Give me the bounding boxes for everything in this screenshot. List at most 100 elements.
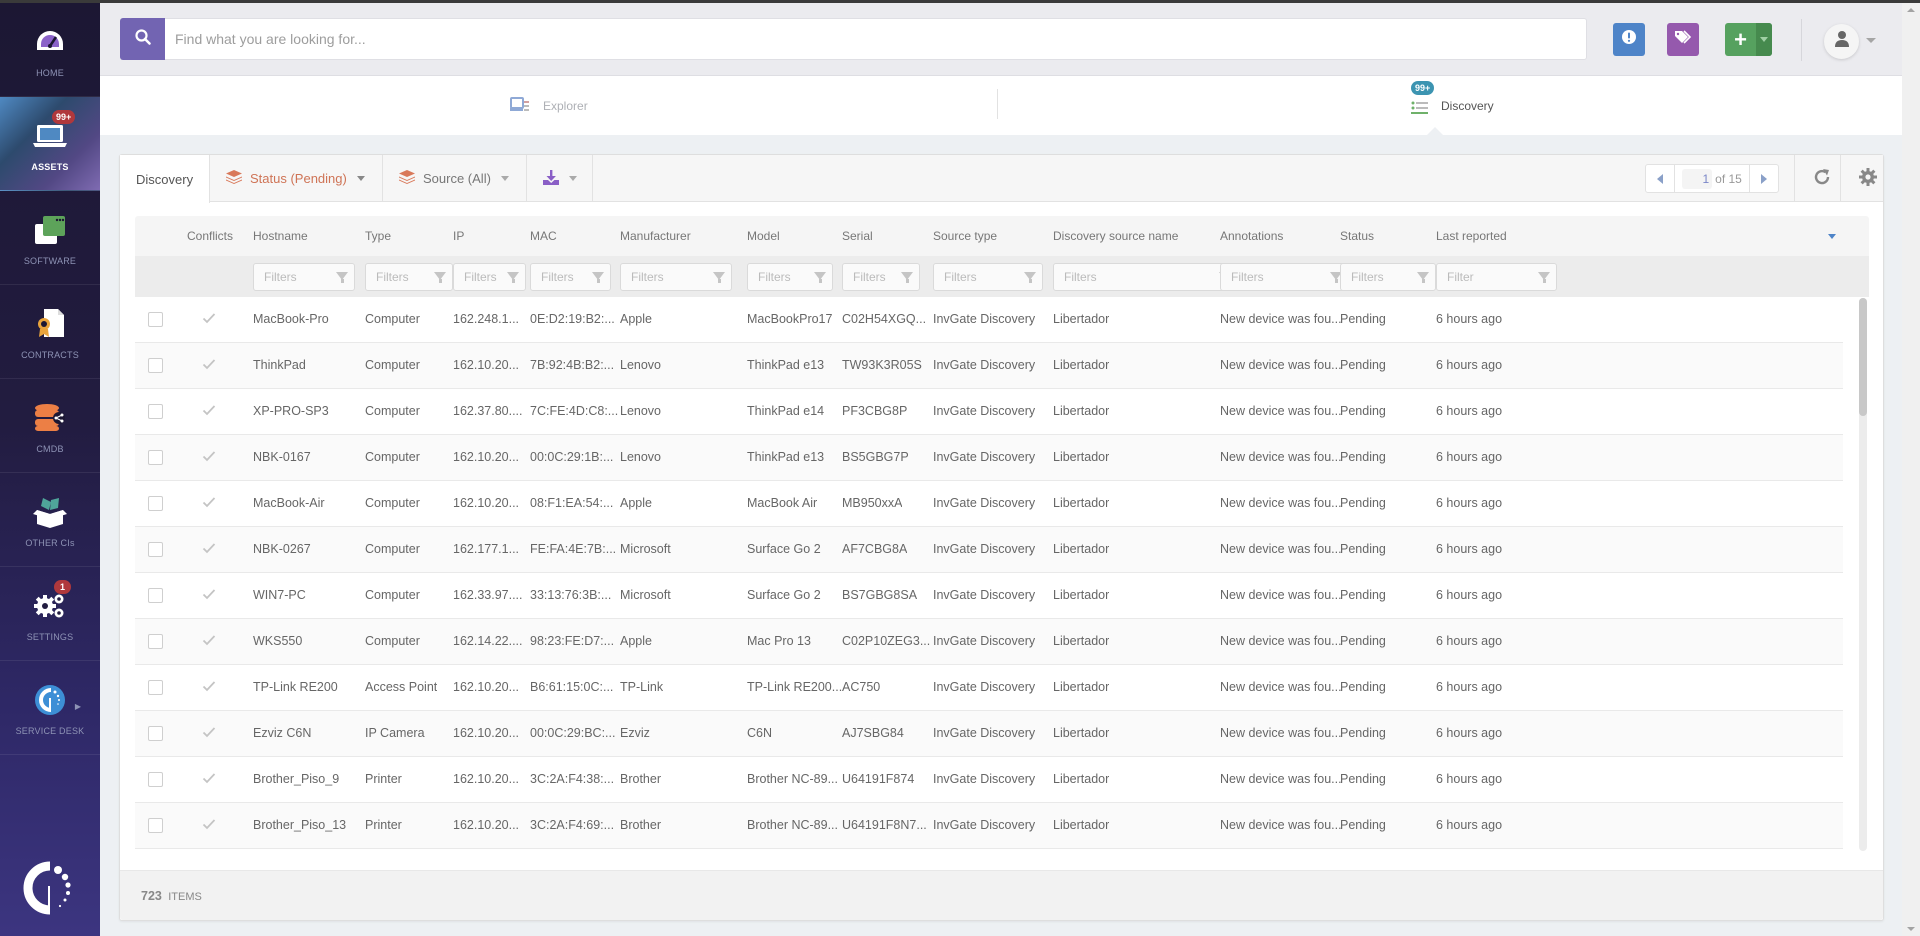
sidebar-item-label: CMDB (36, 443, 64, 454)
table-row[interactable]: NBK-0267 Computer 162.177.1... FE:FA:4E:7B:… (135, 527, 1843, 573)
filter-input-annotations[interactable]: Filters (1220, 263, 1349, 291)
table-scrollbar[interactable] (1859, 298, 1867, 851)
next-page-button[interactable] (1749, 165, 1778, 192)
table-row[interactable]: Brother_Piso_13 Printer 162.10.20... 3C:2A:… (135, 803, 1843, 849)
add-dropdown-toggle[interactable] (1756, 23, 1772, 56)
row-checkbox[interactable] (148, 542, 163, 557)
column-header-source-type[interactable]: Source type (933, 216, 997, 256)
table-row[interactable]: MacBook-Air Computer 162.10.20... 08:F1:EA:… (135, 481, 1843, 527)
cell-annotations: New device was fou... (1220, 358, 1342, 372)
table-row[interactable]: WIN7-PC Computer 162.33.97.... 33:13:76:3B:… (135, 573, 1843, 619)
cell-type: Computer (365, 404, 420, 418)
tab-discovery-list[interactable]: Discovery (120, 155, 210, 203)
column-header-type[interactable]: Type (365, 216, 391, 256)
scroll-up-arrow-icon[interactable] (1907, 8, 1915, 12)
funnel-icon[interactable] (336, 272, 348, 283)
column-header-last-reported[interactable]: Last reported (1436, 216, 1507, 256)
column-header-serial[interactable]: Serial (842, 216, 873, 256)
previous-page-button[interactable] (1646, 165, 1675, 192)
sidebar-item-assets[interactable]: 99+ ASSETS (0, 97, 100, 191)
filter-input-last-reported[interactable]: Filter (1436, 263, 1557, 291)
funnel-icon[interactable] (713, 272, 725, 283)
filter-input-source-name[interactable]: Filters (1053, 263, 1238, 291)
funnel-icon[interactable] (592, 272, 604, 283)
filter-input-model[interactable]: Filters (747, 263, 833, 291)
column-header-annotations[interactable]: Annotations (1220, 216, 1283, 256)
row-checkbox[interactable] (148, 358, 163, 373)
export-dropdown[interactable] (527, 155, 593, 202)
funnel-icon[interactable] (1417, 272, 1429, 283)
row-checkbox[interactable] (148, 312, 163, 327)
column-header-hostname[interactable]: Hostname (253, 216, 308, 256)
sidebar-item-contracts[interactable]: CONTRACTS (0, 285, 100, 379)
row-checkbox[interactable] (148, 726, 163, 741)
table-settings-button[interactable] (1856, 167, 1880, 191)
tab-explorer[interactable]: Explorer (510, 76, 588, 135)
sort-desc-icon[interactable] (1828, 234, 1836, 239)
row-checkbox[interactable] (148, 634, 163, 649)
column-header-source-name[interactable]: Discovery source name (1053, 216, 1178, 256)
column-header-manufacturer[interactable]: Manufacturer (620, 216, 691, 256)
tab-discovery[interactable]: 99+ Discovery (1411, 76, 1494, 135)
user-menu-caret-icon[interactable] (1866, 38, 1876, 43)
cell-source-name: Libertador (1053, 496, 1110, 510)
funnel-icon[interactable] (814, 272, 826, 283)
table-row[interactable]: ThinkPad Computer 162.10.20... 7B:92:4B:B2:… (135, 343, 1843, 389)
page-scrollbar[interactable] (1902, 3, 1920, 936)
cell-ip: 162.10.20... (453, 496, 520, 510)
table-scrollbar-thumb[interactable] (1859, 298, 1867, 416)
funnel-icon[interactable] (1538, 272, 1550, 283)
filter-input-ip[interactable]: Filters (453, 263, 526, 291)
table-row[interactable]: NBK-0167 Computer 162.10.20... 00:0C:29:1B:… (135, 435, 1843, 481)
sidebar-item-home[interactable]: HOME (0, 3, 100, 97)
row-checkbox[interactable] (148, 450, 163, 465)
add-new-button[interactable]: + (1725, 23, 1772, 56)
funnel-icon[interactable] (1024, 272, 1036, 283)
column-header-status[interactable]: Status (1340, 216, 1374, 256)
column-header-conflicts[interactable]: Conflicts (187, 216, 233, 256)
row-checkbox[interactable] (148, 772, 163, 787)
row-checkbox[interactable] (148, 404, 163, 419)
cell-source-type: InvGate Discovery (933, 772, 1036, 786)
table-row[interactable]: TP-Link RE200 Access Point 162.10.20... B6:… (135, 665, 1843, 711)
column-header-ip[interactable]: IP (453, 216, 464, 256)
filter-input-type[interactable]: Filters (365, 263, 453, 291)
sidebar-item-cmdb[interactable]: CMDB (0, 379, 100, 473)
sidebar-item-software[interactable]: SOFTWARE (0, 191, 100, 285)
filter-input-status[interactable]: Filters (1340, 263, 1436, 291)
table-row[interactable]: MacBook-Pro Computer 162.248.1... 0E:D2:19:… (135, 297, 1843, 343)
scroll-down-arrow-icon[interactable] (1907, 927, 1915, 931)
source-filter-dropdown[interactable]: Source (All) (383, 155, 527, 202)
alerts-button[interactable] (1613, 23, 1645, 56)
current-page-input[interactable] (1682, 168, 1713, 189)
table-row[interactable]: WKS550 Computer 162.14.22.... 98:23:FE:D7:.… (135, 619, 1843, 665)
cell-last-reported: 6 hours ago (1436, 542, 1503, 556)
tags-button[interactable] (1667, 23, 1699, 56)
search-button[interactable] (120, 18, 165, 60)
status-filter-dropdown[interactable]: Status (Pending) (210, 155, 383, 202)
sidebar-item-service-desk[interactable]: ▶ SERVICE DESK (0, 661, 100, 755)
column-header-model[interactable]: Model (747, 216, 780, 256)
row-checkbox[interactable] (148, 680, 163, 695)
sidebar-item-settings[interactable]: 1 SETTINGS (0, 567, 100, 661)
table-row[interactable]: Ezviz C6N IP Camera 162.10.20... 00:0C:29:B… (135, 711, 1843, 757)
table-row[interactable]: Brother_Piso_9 Printer 162.10.20... 3C:2A:F… (135, 757, 1843, 803)
filter-input-mac[interactable]: Filters (530, 263, 611, 291)
refresh-icon (1813, 168, 1831, 191)
funnel-icon[interactable] (901, 272, 913, 283)
sidebar-item-other-cis[interactable]: OTHER CIs (0, 473, 100, 567)
filter-input-serial[interactable]: Filters (842, 263, 920, 291)
column-header-mac[interactable]: MAC (530, 216, 557, 256)
row-checkbox[interactable] (148, 588, 163, 603)
row-checkbox[interactable] (148, 818, 163, 833)
global-search-input[interactable] (165, 18, 1587, 60)
table-row[interactable]: XP-PRO-SP3 Computer 162.37.80.... 7C:FE:4D:… (135, 389, 1843, 435)
user-avatar[interactable] (1824, 24, 1859, 59)
refresh-button[interactable] (1810, 167, 1834, 191)
filter-input-source-type[interactable]: Filters (933, 263, 1043, 291)
filter-input-hostname[interactable]: Filters (253, 263, 355, 291)
row-checkbox[interactable] (148, 496, 163, 511)
filter-input-manufacturer[interactable]: Filters (620, 263, 732, 291)
funnel-icon[interactable] (507, 272, 519, 283)
funnel-icon[interactable] (434, 272, 446, 283)
